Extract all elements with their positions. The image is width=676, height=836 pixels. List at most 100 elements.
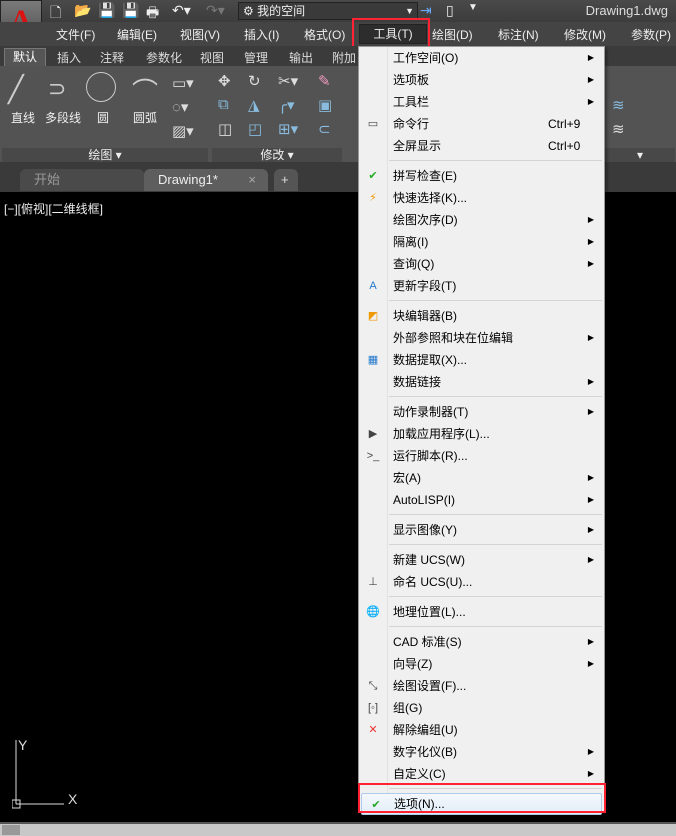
layers-panel-title[interactable]: ▾ [605,148,675,162]
redo-icon[interactable]: ↷▾ [206,2,225,19]
mobile-icon[interactable]: ▯ [446,2,454,19]
menu-item[interactable]: 自定义(C) ▶ [359,763,604,785]
menu-item[interactable]: 动作录制器(T) ▶ [359,401,604,423]
document-title: Drawing1.dwg [585,3,668,18]
menu-item[interactable]: 绘图次序(D) ▶ [359,209,604,231]
submenu-arrow-icon: ▶ [587,495,594,504]
fillet-icon[interactable]: ╭▾ [278,96,295,114]
rectangle-icon[interactable]: ▭▾ [172,74,194,92]
offset-icon[interactable]: ⊂ [318,120,331,138]
ribbon-tab-1[interactable]: 插入 [57,49,81,66]
menu-item[interactable]: >_ 运行脚本(R)... [359,445,604,467]
menu-item[interactable]: ▦ 数据提取(X)... [359,349,604,371]
menu-item[interactable]: 工作空间(O) ▶ [359,47,604,69]
close-icon[interactable]: × [248,169,256,191]
menu-item[interactable]: ⤡ 绘图设置(F)... [359,675,604,697]
tab-drawing1[interactable]: Drawing1* × [144,169,268,191]
menu-8[interactable]: 修改(M) [564,26,606,43]
menu-item[interactable]: A 更新字段(T) [359,275,604,297]
menu-item-label: 解除编组(U) [393,723,458,737]
menu-item[interactable]: 工具栏 ▶ [359,91,604,113]
draw-panel-title[interactable]: 绘图 ▾ [2,148,208,162]
menu-item[interactable]: 全屏显示 Ctrl+0 [359,135,604,157]
menu-item[interactable]: 向导(Z) ▶ [359,653,604,675]
menu-item[interactable]: 外部参照和块在位编辑 ▶ [359,327,604,349]
menu-item[interactable]: ✔ 拼写检查(E) [359,165,604,187]
tool-circle[interactable]: 圆 [97,109,109,126]
grip-icon[interactable] [2,825,20,835]
menu-9[interactable]: 参数(P) [631,26,671,43]
ellipse-icon[interactable]: ◌▾ [172,98,188,116]
menu-item[interactable]: ▭ 命令行 Ctrl+9 [359,113,604,135]
explode-icon[interactable]: ▣ [318,96,332,114]
ribbon-tab-6[interactable]: 输出 [289,49,313,66]
menu-item[interactable]: 选项板 ▶ [359,69,604,91]
menu-item[interactable]: 显示图像(Y) ▶ [359,519,604,541]
menu-item[interactable]: ⚡ 快速选择(K)... [359,187,604,209]
viewport-controls[interactable]: [−][俯视][二维线框] [4,200,103,217]
menu-1[interactable]: 编辑(E) [117,26,157,43]
ribbon-tab-5[interactable]: 管理 [244,49,268,66]
modify-panel-title[interactable]: 修改 ▾ [212,148,342,162]
menu-item[interactable]: 数字化仪(B) ▶ [359,741,604,763]
open-file-icon[interactable]: 📂 [74,2,91,19]
menu-item[interactable]: 查询(Q) ▶ [359,253,604,275]
menu-item[interactable]: ◩ 块编辑器(B) [359,305,604,327]
menu-item[interactable]: 宏(A) ▶ [359,467,604,489]
menu-6[interactable]: 绘图(D) [432,26,473,43]
menu-item[interactable]: 新建 UCS(W) ▶ [359,549,604,571]
undo-icon[interactable]: ↶▾ [172,2,191,19]
move-icon[interactable]: ✥ [218,72,231,90]
menu-item[interactable]: AutoLISP(I) ▶ [359,489,604,511]
menu-4[interactable]: 格式(O) [304,26,345,43]
tool-line[interactable]: 直线 [11,109,35,126]
menu-separator [359,623,604,631]
menu-item[interactable]: 数据链接 ▶ [359,371,604,393]
menu-item[interactable]: 🌐 地理位置(L)... [359,601,604,623]
plus-icon: + [281,172,289,187]
stretch-icon[interactable]: ◫ [218,120,232,138]
menu-item[interactable]: [◦] 组(G) [359,697,604,719]
tab-start[interactable]: 开始 [20,169,144,191]
ribbon-tab-0[interactable]: 默认 [4,48,46,66]
trim-icon[interactable]: ✂▾ [278,72,298,90]
arc-icon[interactable]: ⌒ [132,72,158,109]
mirror-icon[interactable]: ◮ [248,96,260,114]
menu-item-label: 自定义(C) [393,767,446,781]
erase-icon[interactable]: ✎ [318,72,331,90]
polyline-icon[interactable]: ⊃ [48,76,66,102]
ribbon-tab-7[interactable]: 附加 [332,49,356,66]
layer-icon[interactable]: ≋ [612,96,625,114]
menu-item[interactable]: ✕ 解除编组(U) [359,719,604,741]
tool-polyline[interactable]: 多段线 [45,109,81,126]
ribbon-tab-2[interactable]: 注释 [100,49,124,66]
rotate-icon[interactable]: ↻ [248,72,261,90]
menu-item[interactable]: ⊥ 命名 UCS(U)... [359,571,604,593]
ribbon-tab-3[interactable]: 参数化 [146,49,182,66]
run-script-icon: >_ [366,450,380,462]
hatch-icon[interactable]: ▨▾ [172,122,194,140]
tool-arc[interactable]: 圆弧 [133,109,157,126]
menu-item-label: 块编辑器(B) [393,309,457,323]
submenu-arrow-icon: ▶ [587,659,594,668]
menu-item[interactable]: 隔离(I) ▶ [359,231,604,253]
array-icon[interactable]: ⊞▾ [278,120,298,138]
menu-7[interactable]: 标注(N) [498,26,539,43]
menu-0[interactable]: 文件(F) [56,26,95,43]
menu-item[interactable]: CAD 标准(S) ▶ [359,631,604,653]
match-layer-icon[interactable]: ≋ [612,120,625,138]
menu-item-label: 快速选择(K)... [393,191,467,205]
new-tab-button[interactable]: + [274,169,298,191]
menu-item[interactable]: ▶ 加载应用程序(L)... [359,423,604,445]
menu-2[interactable]: 视图(V) [180,26,220,43]
save-icon[interactable]: 💾 [98,2,115,19]
customize-dropdown-icon[interactable]: ▼ [468,2,478,13]
circle-icon[interactable] [86,72,116,102]
share-icon[interactable]: ⇥ [420,2,432,19]
menu-3[interactable]: 插入(I) [244,26,279,43]
scale-icon[interactable]: ◰ [248,120,262,138]
ribbon-tab-4[interactable]: 视图 [200,49,224,66]
copy-icon[interactable]: ⧉ [218,96,229,113]
line-icon[interactable]: ╱ [8,74,24,105]
save-as-icon[interactable]: 💾 [122,2,139,19]
